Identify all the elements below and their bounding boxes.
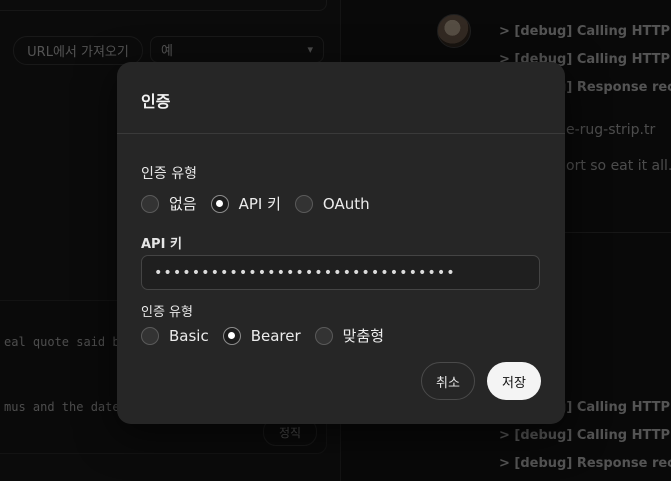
radio-button[interactable] [141,326,159,345]
api-key-label: API 키 [141,237,182,252]
auth-option-api-key[interactable]: API 키 [210,193,281,214]
scheme-option-bearer[interactable]: Bearer [222,326,301,345]
radio-button[interactable] [222,326,241,345]
radio-label: Bearer [250,326,301,345]
radio-label: 맞춤형 [342,327,385,345]
auth-type-radio-group: 없음 API 키 OAuth [141,193,384,214]
radio-button[interactable] [314,326,333,345]
auth-option-oauth[interactable]: OAuth [294,194,370,213]
auth-option-none[interactable]: 없음 [141,193,197,214]
scheme-option-custom[interactable]: 맞춤형 [314,325,385,346]
auth-type-label: 인증 유형 [141,166,197,182]
api-key-input[interactable]: •••••••••••••••••••••••••••••••• [141,255,540,290]
dialog-divider [117,133,565,134]
radio-label: 없음 [169,195,197,213]
scheme-type-label: 인증 유형 [141,305,193,320]
save-button[interactable]: 저장 [487,362,541,400]
auth-dialog: 인증 인증 유형 없음 API 키 OAuth API 키 ••••••••••… [117,62,565,424]
scheme-radio-group: Basic Bearer 맞춤형 [141,325,398,346]
dialog-title: 인증 [141,92,171,111]
radio-label: OAuth [322,194,370,213]
radio-button[interactable] [210,194,229,213]
radio-button[interactable] [141,194,159,213]
scheme-option-basic[interactable]: Basic [141,326,209,345]
cancel-button[interactable]: 취소 [421,362,475,400]
radio-button[interactable] [294,194,313,213]
radio-label: API 키 [238,195,281,213]
radio-label: Basic [169,326,209,345]
